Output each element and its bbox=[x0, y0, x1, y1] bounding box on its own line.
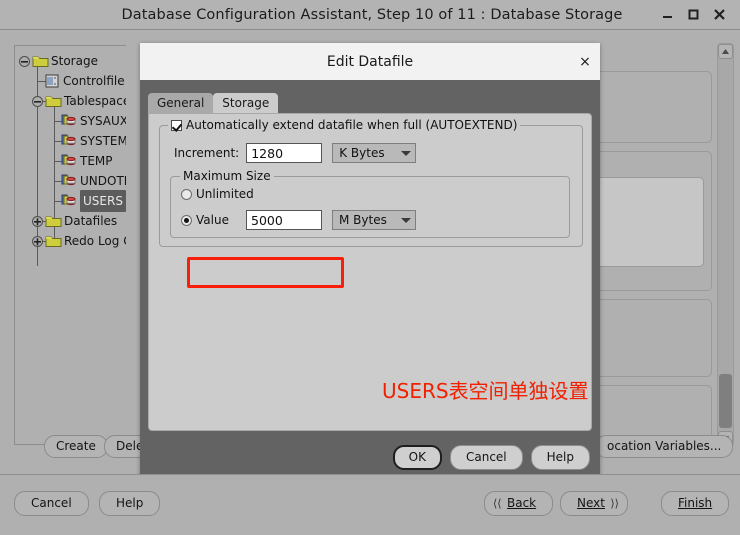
unlimited-label: Unlimited bbox=[196, 187, 254, 201]
tree-node-label: Tablespaces bbox=[64, 94, 126, 108]
tree-node-controlfile[interactable]: Controlfile bbox=[15, 71, 126, 91]
value-label: Value bbox=[196, 213, 229, 227]
tree-node-label: SYSAUX bbox=[80, 114, 126, 128]
folder-icon bbox=[45, 94, 62, 108]
dialog-button-row: OK Cancel Help bbox=[392, 445, 590, 470]
wizard-finish-label: Finish bbox=[678, 496, 713, 510]
tablespace-icon bbox=[61, 194, 78, 208]
tree-node-sysaux[interactable]: SYSAUX bbox=[15, 111, 126, 131]
tree-node-datafiles[interactable]: Datafiles bbox=[15, 211, 126, 231]
chevron-down-icon bbox=[401, 150, 412, 156]
storage-tree-panel[interactable]: Storage Controlfile Tablespac SYSAUX SYS… bbox=[14, 45, 126, 445]
annotation-text: USERS表空间单独设置 bbox=[382, 379, 589, 403]
max-size-unit-value: M Bytes bbox=[339, 213, 387, 227]
dialog-close-icon[interactable]: × bbox=[570, 47, 600, 77]
wizard-next-label: Next bbox=[577, 496, 605, 510]
close-icon[interactable] bbox=[706, 2, 732, 28]
location-variables-button[interactable]: ocation Variables... bbox=[595, 435, 734, 458]
tablespace-icon bbox=[61, 154, 78, 168]
tree-node-label: TEMP bbox=[80, 154, 113, 168]
checkbox-icon[interactable] bbox=[171, 119, 182, 131]
maximize-icon[interactable] bbox=[680, 2, 706, 28]
collapse-toggle-icon[interactable] bbox=[31, 95, 44, 108]
max-size-unit-select[interactable]: M Bytes bbox=[332, 210, 416, 230]
tree-node-redo-log-groups[interactable]: Redo Log Gro bbox=[15, 231, 126, 251]
expand-toggle-icon[interactable] bbox=[31, 215, 44, 228]
wizard-button-bar: Cancel Help ⟨⟨ Back Next ⟩⟩ Finish bbox=[0, 474, 740, 535]
dialog-tabs: General Storage bbox=[148, 93, 279, 113]
tree-node-system[interactable]: SYSTEM bbox=[15, 131, 126, 151]
controlfile-icon bbox=[44, 74, 61, 88]
chevron-left-icon: ⟨⟨ bbox=[493, 496, 502, 510]
autoextend-label: Automatically extend datafile when full … bbox=[186, 118, 518, 132]
tablespace-icon bbox=[61, 174, 78, 188]
tree-node-label: SYSTEM bbox=[80, 134, 126, 148]
tree-node-tablespaces[interactable]: Tablespaces bbox=[15, 91, 126, 111]
tab-general[interactable]: General bbox=[148, 93, 214, 113]
radio-value-icon[interactable] bbox=[181, 214, 192, 226]
vertical-scrollbar[interactable] bbox=[717, 43, 734, 447]
chevron-right-icon: ⟩⟩ bbox=[610, 496, 619, 510]
tree-node-label: Storage bbox=[51, 54, 98, 68]
folder-icon bbox=[32, 54, 49, 68]
autoextend-checkbox[interactable]: Automatically extend datafile when full … bbox=[168, 118, 521, 132]
tree-node-temp[interactable]: TEMP bbox=[15, 151, 126, 171]
radio-unlimited-icon[interactable] bbox=[181, 188, 192, 200]
tab-storage[interactable]: Storage bbox=[213, 93, 279, 113]
wizard-next-button[interactable]: Next ⟩⟩ bbox=[560, 491, 628, 516]
value-highlight-box bbox=[187, 257, 344, 288]
increment-label: Increment: bbox=[174, 146, 240, 160]
increment-input[interactable]: 1280 bbox=[246, 143, 323, 163]
wizard-finish-button[interactable]: Finish bbox=[661, 491, 730, 516]
expand-toggle-icon[interactable] bbox=[31, 235, 44, 248]
value-radio-row[interactable]: Value 5000 M Bytes bbox=[181, 210, 416, 230]
dialog-ok-button[interactable]: OK bbox=[392, 445, 442, 470]
scroll-up-icon[interactable] bbox=[718, 44, 733, 59]
collapse-toggle-icon[interactable] bbox=[18, 55, 31, 68]
scrollbar-thumb[interactable] bbox=[719, 374, 732, 428]
dialog-help-button[interactable]: Help bbox=[530, 445, 590, 470]
wizard-back-label: Back bbox=[507, 496, 537, 510]
folder-icon bbox=[45, 214, 62, 228]
folder-icon bbox=[45, 234, 62, 248]
window-title: Database Configuration Assistant, Step 1… bbox=[121, 6, 623, 23]
increment-row: Increment: 1280 K Bytes bbox=[174, 143, 417, 163]
autoextend-group: Automatically extend datafile when full … bbox=[159, 118, 583, 288]
dialog-titlebar: Edit Datafile × bbox=[140, 43, 600, 80]
tablespace-icon bbox=[61, 134, 78, 148]
dialog-cancel-button[interactable]: Cancel bbox=[449, 445, 523, 470]
dialog-title: Edit Datafile bbox=[326, 53, 414, 70]
tree-node-label: Datafiles bbox=[64, 214, 118, 228]
tree-node-storage[interactable]: Storage bbox=[15, 51, 126, 71]
edit-datafile-dialog: Edit Datafile × General Storage Automati… bbox=[140, 43, 600, 480]
tree-node-label: Redo Log Gro bbox=[64, 234, 126, 248]
maximum-size-group: Maximum Size Unlimited Value 5000 M Byte… bbox=[170, 169, 570, 288]
chevron-down-icon bbox=[401, 217, 411, 223]
minimize-icon[interactable] bbox=[654, 2, 680, 28]
tree-node-users[interactable]: USERS bbox=[15, 190, 126, 212]
storage-tree: Storage Controlfile Tablespac SYSAUX SYS… bbox=[15, 46, 126, 266]
increment-unit-value: K Bytes bbox=[339, 146, 385, 160]
wizard-back-button[interactable]: ⟨⟨ Back bbox=[484, 491, 554, 516]
tablespace-icon bbox=[61, 114, 78, 128]
max-size-value-input[interactable]: 5000 bbox=[246, 210, 322, 230]
wizard-cancel-button[interactable]: Cancel bbox=[14, 491, 89, 516]
maximum-size-legend: Maximum Size bbox=[180, 169, 274, 183]
tree-node-label: Controlfile bbox=[63, 74, 125, 88]
tree-node-undotbs[interactable]: UNDOTBS bbox=[15, 171, 126, 191]
dialog-content-panel: Automatically extend datafile when full … bbox=[148, 113, 592, 431]
tree-node-label-selected: USERS bbox=[80, 190, 126, 212]
unlimited-radio-row[interactable]: Unlimited bbox=[181, 187, 254, 201]
window-titlebar: Database Configuration Assistant, Step 1… bbox=[0, 0, 740, 30]
wizard-help-button[interactable]: Help bbox=[99, 491, 161, 516]
increment-unit-select[interactable]: K Bytes bbox=[332, 143, 417, 163]
tree-node-label: UNDOTBS bbox=[80, 174, 126, 188]
create-button[interactable]: Create bbox=[44, 435, 108, 458]
